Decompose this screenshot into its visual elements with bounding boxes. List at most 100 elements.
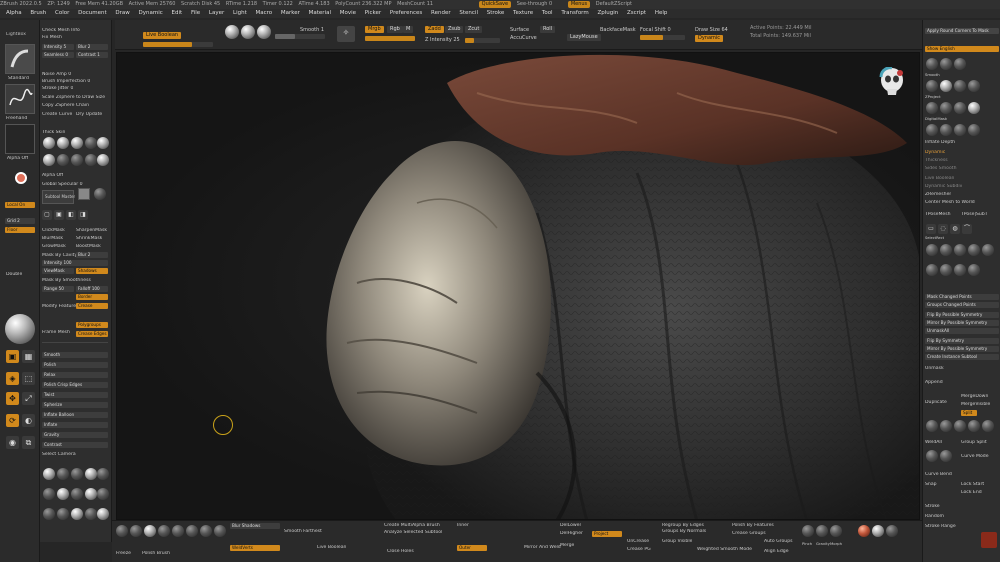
brush-icon[interactable]	[954, 420, 966, 432]
color-swatch-icon[interactable]	[15, 172, 27, 184]
dynamic-button[interactable]: Dynamic	[695, 35, 724, 42]
standard-brush-icon[interactable]	[5, 44, 35, 74]
live-boolean-label[interactable]: Live Boolean	[925, 176, 954, 181]
mask-by-cavity[interactable]: Mask By Cavity	[42, 253, 77, 258]
mask-lasso-icon[interactable]: ◍	[950, 224, 960, 234]
menu-draw[interactable]: Draw	[115, 10, 129, 16]
brush-icon[interactable]	[85, 488, 97, 500]
frame-mesh[interactable]: Frame Mesh	[42, 330, 70, 335]
zadd-button[interactable]: Zadd	[425, 26, 444, 33]
menu-stencil[interactable]: Stencil	[459, 10, 478, 16]
menu-render[interactable]: Render	[431, 10, 451, 16]
tpose-subt[interactable]: TPose|SubT	[961, 212, 988, 217]
regroup-by-edges[interactable]: Regroup By Edges	[662, 523, 704, 528]
snap[interactable]: Snap	[925, 482, 937, 487]
menu-color[interactable]: Color	[55, 10, 69, 16]
draw-size-slider[interactable]	[143, 42, 213, 47]
brush-icon[interactable]	[214, 525, 226, 537]
unmask-all[interactable]: UnmaskAll	[925, 328, 999, 334]
stroke-jitter[interactable]: Stroke Jitter 0	[42, 86, 73, 91]
polish-brush-icon[interactable]	[940, 124, 952, 136]
polish-deform-slider[interactable]: Polish	[42, 362, 108, 368]
digitalmask-brush-icon[interactable]	[926, 102, 938, 114]
pinch-brush-icon[interactable]	[802, 525, 814, 537]
brush-icon[interactable]	[940, 264, 952, 276]
brush-icon[interactable]	[85, 508, 97, 520]
navigation-head-icon[interactable]	[879, 66, 905, 97]
material-icon[interactable]	[43, 154, 55, 166]
crease-pg-button[interactable]: Crease PG	[627, 547, 651, 552]
brush-icon[interactable]	[926, 450, 938, 462]
boost-mask[interactable]: BoostMask	[76, 244, 101, 249]
dry-update[interactable]: Dry Update	[76, 112, 102, 117]
brush-icon[interactable]	[926, 420, 938, 432]
material-icon[interactable]	[886, 525, 898, 537]
select-camera[interactable]: Select Camera	[42, 452, 76, 457]
weld-verts-button[interactable]: WeldVerts	[230, 545, 280, 551]
rgb-intensity-slider[interactable]	[365, 36, 415, 41]
brush-icon[interactable]	[968, 420, 980, 432]
subtool-master-button[interactable]: Subtool Master	[42, 190, 75, 204]
menu-zscript[interactable]: Zscript	[627, 10, 646, 16]
merge-button[interactable]: Merge	[560, 543, 574, 548]
groups-by-normals[interactable]: Groups By Normals	[662, 529, 706, 534]
scale-zsphere[interactable]: Scale Zsphere to Draw Size	[42, 95, 105, 100]
brush-icon[interactable]	[186, 525, 198, 537]
crease-edges-toggle[interactable]: Crease Edges	[76, 331, 108, 337]
material-icon[interactable]	[85, 137, 97, 149]
shadows-toggle[interactable]: Shadows	[76, 268, 108, 274]
zcut-button[interactable]: Zcut	[465, 26, 483, 33]
polygroups-toggle[interactable]: Polygroups	[76, 322, 108, 328]
uncrease-button[interactable]: UnCrease	[627, 539, 649, 544]
intensity-slider[interactable]: Intensity 5	[42, 44, 74, 50]
global-specular[interactable]: Global Specular 0	[42, 182, 83, 187]
lock-start[interactable]: Lock Start	[961, 482, 984, 487]
material-icon[interactable]	[57, 137, 69, 149]
create-multialpha-brush[interactable]: Create MultiAlpha Brush	[384, 523, 440, 528]
floor-icon[interactable]: ▦	[22, 350, 35, 363]
mirror-by-symmetry[interactable]: Mirror By Possible Symmetry	[925, 346, 999, 352]
border-toggle[interactable]: Border	[76, 294, 108, 300]
scale-icon[interactable]	[241, 25, 255, 39]
select-lasso-icon[interactable]: ◌	[938, 224, 948, 234]
brush-icon[interactable]	[968, 80, 980, 92]
brush-icon[interactable]	[116, 525, 128, 537]
menu-help[interactable]: Help	[655, 10, 668, 16]
brush-icon[interactable]	[57, 488, 69, 500]
menus-button[interactable]: Menus	[567, 1, 591, 8]
group-split[interactable]: Group Split	[961, 440, 987, 445]
material-icon[interactable]	[57, 154, 69, 166]
material-sphere-icon[interactable]	[5, 314, 35, 344]
resolution-slider[interactable]	[275, 34, 325, 39]
append-label[interactable]: Append	[925, 380, 943, 385]
canvas-viewport[interactable]	[116, 52, 920, 520]
roll-button[interactable]: Roll	[540, 26, 556, 33]
mask-icon[interactable]: ◨	[78, 210, 88, 220]
morph-brush-icon[interactable]	[830, 525, 842, 537]
inflate-deform-slider[interactable]: Inflate	[42, 422, 108, 428]
menu-preferences[interactable]: Preferences	[390, 10, 422, 16]
merge-down[interactable]: MergeDown	[961, 394, 988, 399]
move-view-icon[interactable]: ✥	[6, 392, 19, 405]
transp-icon[interactable]: ◐	[22, 414, 35, 427]
mask-pen-icon[interactable]	[926, 244, 938, 256]
mask-curve-icon[interactable]	[940, 244, 952, 256]
blur-slider[interactable]: Blur 2	[76, 44, 108, 50]
noise-amp[interactable]: Noise Amp 0	[42, 72, 71, 77]
outer-button[interactable]: Outer	[457, 545, 487, 551]
inflate-balloon-slider[interactable]: Inflate Balloon	[42, 412, 108, 418]
viewmask-toggle[interactable]: ViewMask	[42, 268, 74, 274]
see-through-slider[interactable]: See-through 0	[517, 1, 553, 7]
menu-layer[interactable]: Layer	[209, 10, 224, 16]
accucurve-label[interactable]: AccuCurve	[510, 35, 537, 41]
brush-icon[interactable]	[144, 525, 156, 537]
seamless-slider[interactable]: Seamless 0	[42, 52, 74, 58]
groups-changed-points[interactable]: Groups Changed Points	[925, 302, 999, 308]
stroke-label[interactable]: Stroke	[925, 504, 940, 509]
persp-icon[interactable]: ▣	[6, 350, 19, 363]
surface-label[interactable]: Surface	[510, 27, 529, 33]
polish-crisp-edges-slider[interactable]: Polish Crisp Edges	[42, 382, 108, 388]
brush-icon[interactable]	[926, 264, 938, 276]
duplicate-label[interactable]: Duplicate	[925, 400, 947, 405]
brush-icon[interactable]	[172, 525, 184, 537]
